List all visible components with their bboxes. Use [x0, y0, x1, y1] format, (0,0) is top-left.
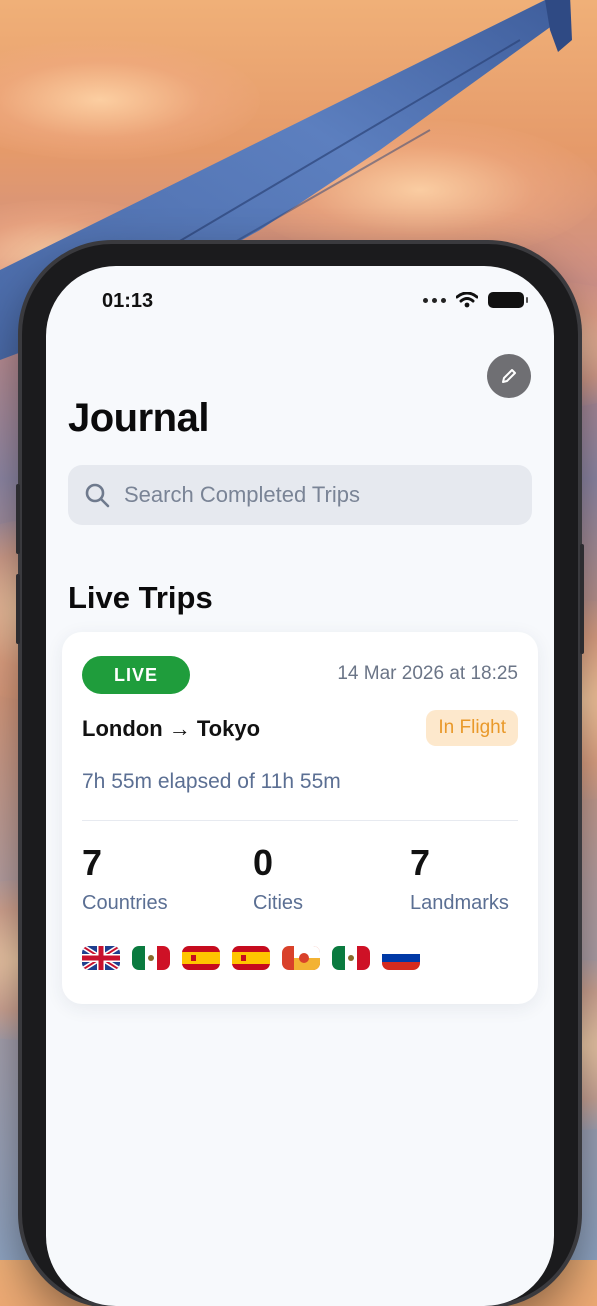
country-flags [82, 946, 420, 970]
section-title-live-trips: Live Trips [68, 580, 213, 615]
live-badge: LIVE [82, 656, 190, 694]
mx-flag-icon [332, 946, 370, 970]
battery-icon [488, 292, 528, 308]
status-bar: 01:13 [46, 288, 554, 318]
search-input[interactable]: Search Completed Trips [68, 465, 532, 525]
pencil-icon [502, 369, 516, 383]
gb-flag-icon [82, 946, 120, 970]
live-trip-card[interactable]: LIVE 14 Mar 2026 at 18:25 London → Tokyo… [62, 632, 538, 1004]
stat-landmarks: 7 Landmarks [410, 842, 509, 915]
stat-value: 7 [82, 842, 103, 883]
stat-label: Countries [82, 892, 168, 914]
search-icon [85, 483, 110, 508]
stat-countries: 7 Countries [82, 842, 168, 915]
trip-date: 14 Mar 2026 at 18:25 [337, 663, 518, 684]
trip-elapsed: 7h 55m elapsed of 11h 55m [82, 770, 341, 793]
cellular-icon [423, 297, 446, 303]
page-title: Journal [68, 396, 209, 440]
es-flag-icon [182, 946, 220, 970]
stat-cities: 0 Cities [253, 842, 303, 915]
mx-flag-icon [132, 946, 170, 970]
ru-flag-icon [382, 946, 420, 970]
app-screen: 01:13 Journal Search Completed Trips Liv… [46, 266, 554, 1306]
status-time: 01:13 [102, 290, 154, 312]
wifi-icon [456, 292, 478, 308]
es-flag-icon [232, 946, 270, 970]
search-placeholder: Search Completed Trips [124, 482, 360, 507]
trip-route: London → Tokyo [82, 716, 261, 741]
card-divider [82, 820, 518, 821]
stat-label: Cities [253, 892, 304, 914]
stat-value: 7 [410, 842, 431, 883]
flag-icon [282, 946, 320, 970]
stat-label: Landmarks [410, 892, 509, 914]
edit-button[interactable] [487, 354, 531, 398]
trip-status-pill: In Flight [426, 710, 518, 746]
phone-frame: 01:13 Journal Search Completed Trips Liv… [16, 244, 584, 1306]
stat-value: 0 [253, 842, 274, 883]
